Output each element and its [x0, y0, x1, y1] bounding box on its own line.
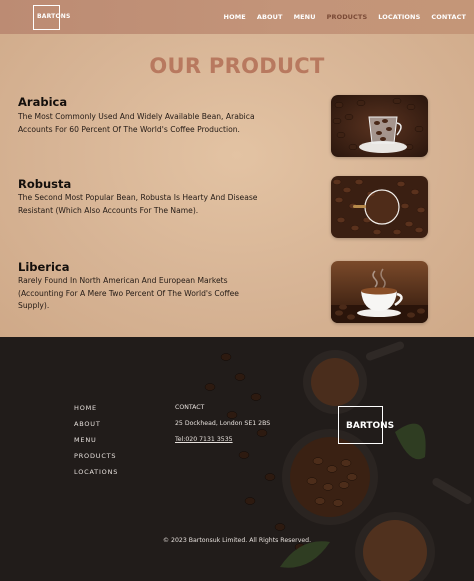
site-footer: HOME ABOUT MENU PRODUCTS LOCATIONS CONTA…	[0, 337, 474, 581]
footer-link-home[interactable]: HOME	[74, 404, 97, 412]
footer-link-menu[interactable]: MENU	[74, 436, 97, 444]
product-name-arabica: Arabica	[18, 95, 68, 109]
nav-contact[interactable]: CONTACT	[431, 13, 466, 21]
copyright-text: © 2023 Bartonsuk Limited. All Rights Res…	[162, 537, 312, 544]
products-section: OUR PRODUCT Arabica The Most Commonly Us…	[0, 34, 474, 337]
product-description-arabica: The Most Commonly Used And Widely Availa…	[18, 112, 255, 134]
page-title: OUR PRODUCT	[149, 54, 325, 78]
footer-background-image	[0, 337, 474, 581]
nav-home[interactable]: HOME	[224, 13, 246, 21]
product-name-liberica: Liberica	[18, 260, 70, 274]
footer-link-about[interactable]: ABOUT	[74, 420, 101, 428]
nav-products[interactable]: PRODUCTS	[327, 13, 368, 21]
contact-phone-link[interactable]: Tel:020 7131 3535	[175, 436, 233, 443]
product-name-robusta: Robusta	[18, 177, 72, 191]
product-image-arabica	[331, 95, 428, 157]
nav-locations[interactable]: LOCATIONS	[378, 13, 420, 21]
header-logo-text[interactable]: BARTONS	[37, 13, 71, 20]
product-description-liberica: Rarely Found In North American And Europ…	[18, 276, 239, 310]
product-image-liberica	[331, 261, 428, 323]
product-image-robusta	[331, 176, 428, 238]
footer-link-locations[interactable]: LOCATIONS	[74, 468, 118, 476]
nav-about[interactable]: ABOUT	[257, 13, 283, 21]
contact-heading: CONTACT	[175, 404, 205, 411]
contact-address: 25 Dockhead, London SE1 2BS	[175, 420, 271, 427]
footer-logo-text[interactable]: BARTONS	[346, 421, 394, 431]
nav-menu[interactable]: MENU	[294, 13, 316, 21]
main-nav: HOME ABOUT MENU PRODUCTS LOCATIONS CONTA…	[224, 13, 466, 21]
product-description-robusta: The Second Most Popular Bean, Robusta Is…	[18, 193, 258, 215]
site-header: BARTONS HOME ABOUT MENU PRODUCTS LOCATIO…	[0, 0, 474, 34]
footer-link-products[interactable]: PRODUCTS	[74, 452, 116, 460]
